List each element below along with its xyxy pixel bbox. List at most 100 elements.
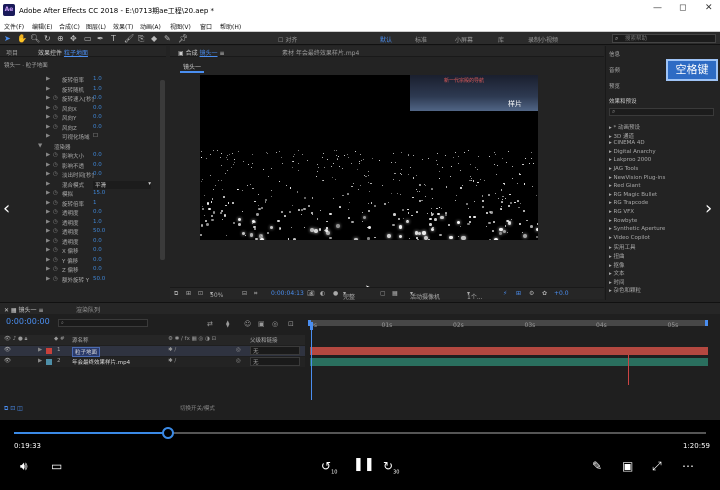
close-button[interactable]: ✕ <box>705 3 713 13</box>
expand-icon[interactable]: ▶ <box>46 200 50 206</box>
expand-icon[interactable]: ▶ <box>46 266 50 272</box>
skip-forward-button[interactable]: ↻30 <box>383 460 399 478</box>
graph-editor-icon[interactable]: ⊡ <box>288 320 294 328</box>
more-options-icon[interactable]: ⋯ <box>682 460 694 472</box>
workspace-small-screen[interactable]: 小屏幕 <box>455 35 473 44</box>
property-value[interactable]: 15.0 <box>93 190 105 196</box>
stopwatch-icon[interactable]: ◷ <box>53 152 58 158</box>
preview-panel-tab[interactable]: 预览 <box>609 82 620 90</box>
stopwatch-icon[interactable]: ◷ <box>53 162 58 168</box>
composition-viewer[interactable]: 新一代宗殿的导航 样片 <box>200 75 538 240</box>
expand-icon[interactable]: ▶ <box>46 238 50 244</box>
roto-tool-icon[interactable]: ✎ <box>164 34 171 43</box>
property-value[interactable]: 1.0 <box>93 86 102 92</box>
menu-help[interactable]: 帮助(H) <box>220 22 241 31</box>
snapshot-icon[interactable]: 📷︎ <box>307 290 315 297</box>
menu-animation[interactable]: 动画(A) <box>140 22 161 31</box>
rotate-tool-icon[interactable]: ↻ <box>44 34 51 43</box>
menu-effect[interactable]: 效果(T) <box>113 22 133 31</box>
workspace-default[interactable]: 默认 <box>380 35 392 44</box>
effects-category-item[interactable]: ▸ 杂色和颗粒 <box>609 286 641 294</box>
pen-tool-icon[interactable]: ✒ <box>97 34 104 43</box>
menu-file[interactable]: 文件(F) <box>4 22 24 31</box>
mask-icon[interactable]: ⊞ <box>186 290 191 297</box>
effects-category-item[interactable]: ▸ RG VFX <box>609 209 634 217</box>
expand-icon[interactable]: ▶ <box>46 181 50 187</box>
menu-composition[interactable]: 合成(C) <box>59 22 80 31</box>
comp-subtab[interactable]: 镜头一 <box>180 62 205 73</box>
minimize-button[interactable]: — <box>653 3 662 13</box>
properties-scrollbar[interactable] <box>160 80 165 260</box>
timeline-search-input[interactable]: ⌕ <box>58 319 148 327</box>
expand-icon[interactable]: ▶ <box>46 114 50 120</box>
stopwatch-icon[interactable]: ◷ <box>53 114 58 120</box>
subtitles-icon[interactable]: ▭ <box>51 460 62 472</box>
tab-effect-controls[interactable]: 效果控件 粒子地面 <box>38 48 88 57</box>
expand-icon[interactable]: ▶ <box>46 95 50 101</box>
layer-duration-bar[interactable] <box>310 358 708 366</box>
zoom-select[interactable]: 50% ▾ <box>210 290 223 299</box>
expand-icon[interactable]: ▶ <box>46 105 50 111</box>
parent-select[interactable]: 无 <box>250 357 300 366</box>
workspace-library[interactable]: 库 <box>498 35 504 44</box>
layer-name[interactable]: 年会最终效果样片.mp4 <box>72 358 130 366</box>
layer-duration-bar[interactable] <box>310 347 708 355</box>
stopwatch-icon[interactable]: ◷ <box>53 190 58 196</box>
label-color-swatch[interactable] <box>46 359 52 365</box>
prev-arrow-icon[interactable]: ‹ <box>3 198 10 219</box>
grid-icon[interactable]: ⊡ <box>198 290 203 297</box>
property-value[interactable]: 0.0 <box>93 124 102 130</box>
menu-view[interactable]: 视图(V) <box>170 22 191 31</box>
property-value[interactable]: 0.0 <box>93 238 102 244</box>
expand-icon[interactable]: ▶ <box>46 124 50 130</box>
brush-tool-icon[interactable]: 🖌︎ <box>124 34 134 43</box>
pan-behind-tool-icon[interactable]: ✥ <box>70 34 77 43</box>
menu-window[interactable]: 窗口 <box>200 22 212 31</box>
work-area-range[interactable] <box>308 320 708 326</box>
zoom-tool-icon[interactable]: 🔍︎ <box>30 34 40 43</box>
expand-icon[interactable]: ▶ <box>46 86 50 92</box>
eraser-tool-icon[interactable]: ◆ <box>151 34 157 43</box>
stopwatch-icon[interactable]: ◷ <box>53 276 58 282</box>
fast-preview-icon[interactable]: ⚡ <box>503 290 507 297</box>
volume-icon[interactable]: 🔊︎ <box>20 460 28 472</box>
tab-footage[interactable]: 素材 年会最终效果样片.mp4 <box>282 48 359 57</box>
tab-timeline[interactable]: ✕ ▦ 镜头一 ≡ <box>4 305 43 314</box>
toggle-switches-modes[interactable]: 切换开关/模式 <box>180 404 215 412</box>
property-value[interactable]: 0.0 <box>93 266 102 272</box>
fullscreen-icon[interactable]: ⤢ <box>652 460 662 472</box>
stopwatch-icon[interactable]: ◷ <box>53 228 58 234</box>
expand-icon[interactable]: ▶ <box>46 76 50 82</box>
property-value[interactable]: 0.0 <box>93 171 102 177</box>
timeline-footer-icons[interactable]: ⧉ ⊡ ◫ <box>4 405 23 413</box>
stopwatch-icon[interactable]: ◷ <box>53 124 58 130</box>
stopwatch-icon[interactable]: ◷ <box>53 105 58 111</box>
expand-icon[interactable]: ▶ <box>46 152 50 158</box>
align-checkbox-icon[interactable]: ☐ <box>278 37 283 44</box>
flowchart-icon[interactable]: ⚙ <box>529 290 534 297</box>
parent-pickwhip-icon[interactable]: ◎ <box>236 358 241 364</box>
expand-icon[interactable]: ▶ <box>46 209 50 215</box>
draft-3d-icon[interactable]: ⧫ <box>226 320 229 328</box>
effects-category-item[interactable]: ▸ Digital Anarchy <box>609 149 656 157</box>
property-value[interactable]: 50.0 <box>93 276 105 282</box>
expand-icon[interactable]: ▶ <box>46 219 50 225</box>
parent-select[interactable]: 无 <box>250 346 300 355</box>
expand-icon[interactable]: ▶ <box>38 358 42 364</box>
camera-select[interactable]: 活动摄像机 ▾ <box>410 290 440 301</box>
expand-icon[interactable]: ▶ <box>46 276 50 282</box>
label-color-swatch[interactable] <box>46 348 52 354</box>
effects-category-item[interactable]: ▸ 3D 通道 <box>609 132 634 140</box>
visibility-icon[interactable]: 👁︎ <box>4 347 11 353</box>
expand-icon[interactable]: ▼ <box>38 143 42 149</box>
resolution-select[interactable]: 完整 ▾ <box>343 290 355 301</box>
stopwatch-icon[interactable]: ◷ <box>53 266 58 272</box>
property-value[interactable]: 0.0 <box>93 162 102 168</box>
shy-icon[interactable]: ☺ <box>244 320 251 328</box>
effects-category-item[interactable]: ▸ 扭曲 <box>609 252 625 260</box>
fit-icon[interactable]: ⊟ <box>242 290 247 297</box>
seek-thumb[interactable] <box>161 427 174 439</box>
property-value[interactable]: 50.0 <box>93 228 105 234</box>
expand-icon[interactable]: ▶ <box>46 133 50 139</box>
col-parent[interactable]: 父级和链接 <box>250 336 278 344</box>
